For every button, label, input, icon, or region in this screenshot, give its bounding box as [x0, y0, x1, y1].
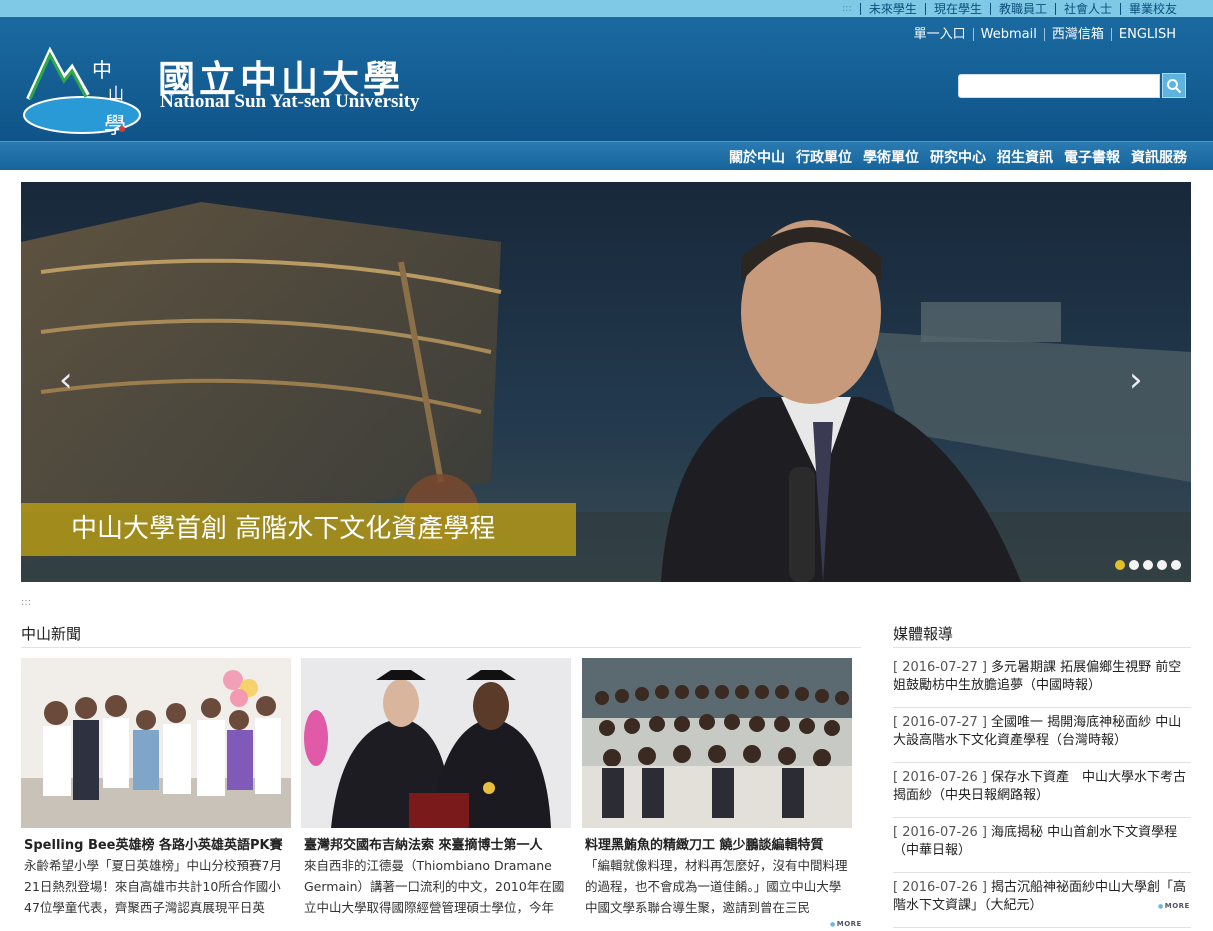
link-alumni[interactable]: 畢業校友	[1119, 2, 1185, 15]
nav-research-centers[interactable]: 研究中心	[930, 147, 986, 167]
news-title[interactable]: 臺灣邦交國布吉納法索 來臺摘博士第一人	[301, 834, 571, 853]
media-more-link[interactable]: MORE	[1158, 902, 1190, 910]
news-photo[interactable]	[21, 658, 291, 828]
media-divider	[893, 647, 1191, 648]
link-current-students[interactable]: 現在學生	[924, 2, 990, 15]
carousel-dot-3[interactable]	[1143, 560, 1153, 570]
carousel-prev-button[interactable]: ‹	[59, 360, 73, 400]
nav-academics[interactable]: 學術單位	[863, 147, 919, 167]
carousel-dot-1[interactable]	[1115, 560, 1125, 570]
news-card[interactable]: 料理黑鮪魚的精緻刀工 饒少鵬談編輯特質 「編輯就像料理，材料再怎麼好，沒有中間料…	[582, 658, 852, 931]
news-photo[interactable]	[582, 658, 852, 828]
carousel-caption[interactable]: 中山大學首創 高階水下文化資產學程	[21, 503, 576, 556]
news-summary: 來自西非的江德曼（Thiombiano Dramane Germain）講著一口…	[304, 858, 565, 915]
link-public[interactable]: 社會人士	[1054, 2, 1120, 15]
news-more-link[interactable]: MORE	[830, 920, 862, 928]
news-title[interactable]: Spelling Bee英雄榜 各路小英雄英語PK賽	[21, 834, 291, 853]
link-english[interactable]: ENGLISH	[1110, 28, 1183, 41]
news-card[interactable]: Spelling Bee英雄榜 各路小英雄英語PK賽 永齡希望小學「夏日英雄榜」…	[21, 658, 291, 931]
accesskey-marker[interactable]: :::	[842, 3, 852, 14]
university-logo-icon[interactable]: 中 山 學	[22, 37, 144, 141]
nav-about[interactable]: 關於中山	[729, 147, 785, 167]
media-item[interactable]: [ 2016-07-26 ] 揭古沉船神祕面紗中山大學創「高階水下文資課」（大紀元…	[893, 873, 1191, 928]
carousel-indicators	[1115, 560, 1185, 570]
carousel-dot-5[interactable]	[1171, 560, 1181, 570]
media-list: [ 2016-07-27 ] 多元暑期課 拓展偏鄉生視野 前空姐鼓勵枋中生放膽追夢…	[893, 653, 1191, 928]
media-item[interactable]: [ 2016-07-26 ] 保存水下資產 中山大學水下考古揭面紗（中央日報網路報…	[893, 763, 1191, 818]
news-title[interactable]: 料理黑鮪魚的精緻刀工 饒少鵬談編輯特質	[582, 834, 852, 853]
news-photo[interactable]	[301, 658, 571, 828]
news-divider	[21, 647, 861, 648]
media-date: [ 2016-07-27 ]	[893, 660, 987, 675]
search-input[interactable]	[958, 74, 1160, 98]
link-single-sign-on[interactable]: 單一入口	[907, 28, 973, 41]
top-utility-bar: ::: 未來學生 現在學生 教職員工 社會人士 畢業校友	[0, 0, 1213, 17]
media-section-heading: 媒體報導	[893, 625, 954, 643]
carousel-dot-2[interactable]	[1129, 560, 1139, 570]
media-item[interactable]: [ 2016-07-26 ] 海底揭秘 中山首創水下文資學程（中華日報）	[893, 818, 1191, 873]
svg-text:山: 山	[108, 84, 124, 103]
carousel-dot-4[interactable]	[1157, 560, 1167, 570]
university-name-en[interactable]: National Sun Yat-sen University	[160, 91, 420, 113]
header-links: 單一入口 Webmail 西灣信箱 ENGLISH	[907, 28, 1183, 41]
news-summary: 「編輯就像料理，材料再怎麼好，沒有中間料理的過程，也不會成為一道佳餚。」國立中山…	[585, 858, 848, 915]
audience-links: ::: 未來學生 現在學生 教職員工 社會人士 畢業校友	[842, 0, 1185, 17]
svg-text:中: 中	[92, 58, 112, 82]
search-icon	[1167, 78, 1182, 93]
hero-carousel[interactable]: ‹ › 中山大學首創 高階水下文化資產學程	[21, 182, 1191, 582]
news-summary: 永齡希望小學「夏日英雄榜」中山分校預賽7月21日熱烈登場！來自高雄市共計10所合…	[24, 858, 282, 915]
media-date: [ 2016-07-27 ]	[893, 715, 987, 730]
search-button[interactable]	[1162, 73, 1186, 98]
nav-it-services[interactable]: 資訊服務	[1131, 147, 1187, 167]
carousel-next-button[interactable]: ›	[1129, 360, 1143, 400]
news-section-heading: 中山新聞	[21, 625, 82, 643]
content-accesskey-marker[interactable]: :::	[21, 597, 31, 608]
nav-admissions[interactable]: 招生資訊	[997, 147, 1053, 167]
link-xiwan-mail[interactable]: 西灣信箱	[1043, 28, 1111, 41]
media-date: [ 2016-07-26 ]	[893, 825, 987, 840]
media-item[interactable]: [ 2016-07-27 ] 多元暑期課 拓展偏鄉生視野 前空姐鼓勵枋中生放膽追夢…	[893, 653, 1191, 708]
link-prospective-students[interactable]: 未來學生	[859, 2, 925, 15]
link-webmail[interactable]: Webmail	[972, 28, 1044, 41]
media-date: [ 2016-07-26 ]	[893, 880, 987, 895]
nav-administration[interactable]: 行政單位	[796, 147, 852, 167]
nav-e-publications[interactable]: 電子書報	[1064, 147, 1120, 167]
media-item[interactable]: [ 2016-07-27 ] 全國唯一 揭開海底神秘面紗 中山大設高階水下文化資產…	[893, 708, 1191, 763]
media-date: [ 2016-07-26 ]	[893, 770, 987, 785]
news-card[interactable]: 臺灣邦交國布吉納法索 來臺摘博士第一人 來自西非的江德曼（Thiombiano …	[301, 658, 571, 931]
link-faculty-staff[interactable]: 教職員工	[989, 2, 1055, 15]
main-navigation: 關於中山 行政單位 學術單位 研究中心 招生資訊 電子書報 資訊服務	[0, 141, 1213, 170]
site-header: 中 山 學 國立中山大學 National Sun Yat-sen Univer…	[0, 17, 1213, 141]
